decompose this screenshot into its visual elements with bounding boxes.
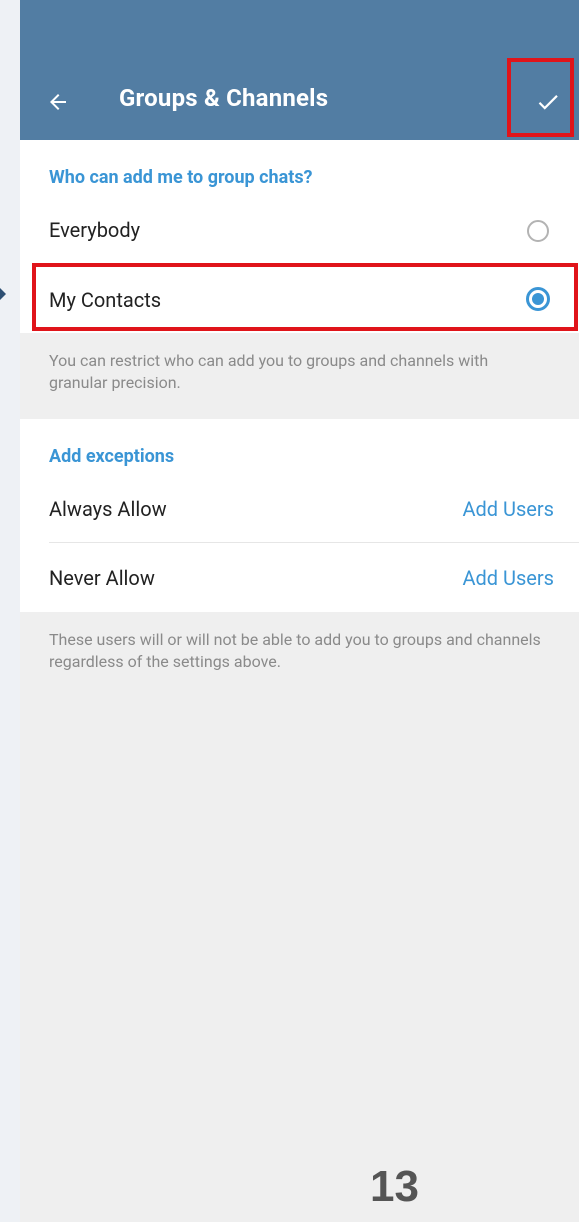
my-contacts-highlight-box <box>32 263 578 331</box>
exceptions-hint: These users will or will not be able to … <box>49 630 541 671</box>
app-bar: Groups & Channels <box>20 0 579 140</box>
section-header-who-can-add: Who can add me to group chats? <box>49 167 313 188</box>
always-allow-add-users-link[interactable]: Add Users <box>462 497 554 521</box>
confirm-highlight-box <box>507 58 574 137</box>
never-allow-add-users-link[interactable]: Add Users <box>462 566 554 590</box>
page-title: Groups & Channels <box>119 84 329 112</box>
always-allow-label: Always Allow <box>49 497 167 521</box>
back-button[interactable] <box>42 86 74 118</box>
row-divider <box>49 542 579 543</box>
back-arrow-icon <box>50 94 66 110</box>
phone-screen: Groups & Channels Who can add me to grou… <box>20 0 579 1222</box>
never-allow-row[interactable]: Never Allow Add Users <box>20 545 579 609</box>
section-header-exceptions: Add exceptions <box>49 446 175 467</box>
always-allow-row[interactable]: Always Allow Add Users <box>20 477 579 541</box>
who-can-add-hint: You can restrict who can add you to grou… <box>49 351 489 392</box>
option-everybody[interactable]: Everybody <box>20 200 579 260</box>
option-everybody-label: Everybody <box>49 218 141 242</box>
never-allow-label: Never Allow <box>49 566 155 590</box>
pointer-arrow-icon <box>0 288 6 300</box>
radio-unselected-icon[interactable] <box>527 220 549 242</box>
exceptions-section: Add exceptions Always Allow Add Users Ne… <box>20 419 579 612</box>
page-number: 13 <box>370 1162 419 1211</box>
